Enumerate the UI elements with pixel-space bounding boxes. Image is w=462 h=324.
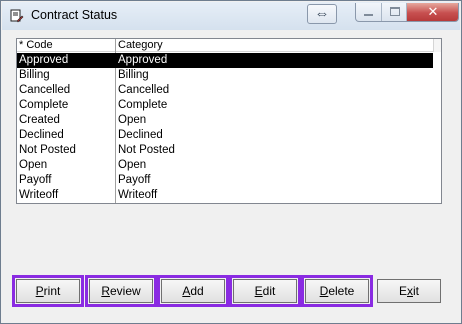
close-icon: ✕ [427,4,439,19]
close-button[interactable]: ✕ [407,3,458,21]
code-cell: Writeoff [19,189,59,201]
list-row[interactable]: Complete Complete [17,98,433,113]
exit-button[interactable]: Exit [377,279,441,303]
list-row[interactable]: Created Open [17,113,433,128]
status-list[interactable]: * Code Category Approved Approved Billin… [16,38,442,204]
list-row[interactable]: Not Posted Not Posted [17,143,433,158]
list-row[interactable]: Cancelled Cancelled [17,83,433,98]
exit-label: it [413,284,419,298]
category-cell: Not Posted [118,144,175,156]
list-row[interactable]: Open Open [17,158,433,173]
code-cell: Declined [19,129,64,141]
print-button[interactable]: Print [12,275,84,307]
title-bar[interactable]: Contract Status ⇔ ✕ [2,2,460,30]
code-cell: Open [19,159,48,171]
print-accel: P [35,284,44,298]
window-title: Contract Status [31,8,118,22]
add-button[interactable]: Add [157,275,229,307]
list-rows: Approved Approved Billing Billing Cancel… [17,53,441,203]
edit-label: dit [262,284,276,298]
list-row[interactable]: Approved Approved [17,53,433,68]
exit-prefix: E [398,284,407,298]
maximize-icon [390,7,400,16]
minimize-button[interactable] [356,3,381,21]
list-row[interactable]: Declined Declined [17,128,433,143]
caption-buttons: ✕ [355,3,459,22]
category-cell: Declined [118,129,163,141]
print-label: rint [43,284,61,298]
category-cell: Complete [118,99,168,111]
review-button[interactable]: Review [85,275,157,307]
category-cell: Writeoff [118,189,158,201]
code-cell: Payoff [19,174,52,186]
delete-button[interactable]: Delete [301,275,373,307]
category-cell: Payoff [118,174,151,186]
code-cell: Not Posted [19,144,76,156]
delete-label: elete [328,284,355,298]
category-cell: Open [118,114,147,126]
app-icon [10,9,24,23]
edit-button[interactable]: Edit [229,275,301,307]
edit-accel: E [254,284,263,298]
category-cell: Approved [118,54,168,66]
minimize-icon [364,14,373,16]
code-cell: Complete [19,99,69,111]
category-cell: Cancelled [118,84,170,96]
list-row[interactable]: Writeoff Writeoff [17,188,433,203]
list-row[interactable]: Billing Billing [17,68,433,83]
category-cell: Billing [118,69,149,81]
add-label: dd [190,284,204,298]
contract-status-window: Contract Status ⇔ ✕ * Code Category Appr… [0,0,462,324]
code-cell: Approved [19,54,69,66]
review-label: eview [109,284,141,298]
header-filler [433,39,441,52]
resize-arrows-icon[interactable]: ⇔ [307,4,337,24]
maximize-button[interactable] [381,3,407,21]
column-header-code[interactable]: * Code [19,39,115,52]
column-header-category[interactable]: Category [118,39,418,52]
delete-accel: D [319,284,329,298]
review-accel: R [101,284,110,298]
dialog-body: * Code Category Approved Approved Billin… [9,31,455,317]
code-cell: Cancelled [19,84,71,96]
category-cell: Open [118,159,147,171]
list-row[interactable]: Payoff Payoff [17,173,433,188]
code-cell: Billing [19,69,50,81]
code-cell: Created [19,114,60,126]
list-header: * Code Category [17,39,441,52]
